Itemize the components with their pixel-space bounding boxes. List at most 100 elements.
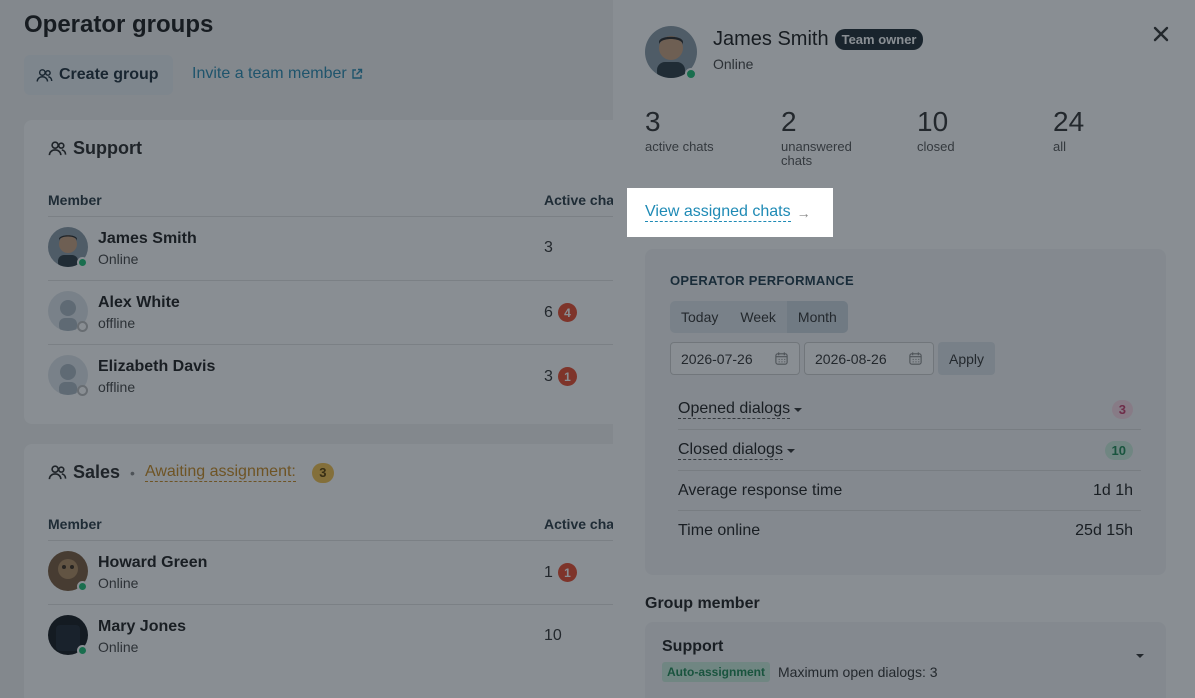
member-status: Online [98, 251, 139, 267]
group-card-sales: Sales • Awaiting assignment: 3 Member Ac… [24, 444, 644, 698]
users-icon [48, 465, 67, 480]
offline-status-icon [77, 385, 88, 396]
awaiting-assignment-link[interactable]: Awaiting assignment: [144, 463, 296, 482]
max-open-dialogs: Maximum open dialogs: 3 [778, 664, 938, 680]
date-from-value: 2026-07-26 [681, 350, 753, 367]
member-name: Mary Jones [98, 618, 187, 635]
operator-status: Online [713, 56, 754, 72]
view-assigned-chats-label: View assigned chats [645, 203, 791, 222]
date-to-value: 2026-08-26 [815, 350, 887, 367]
caret-down-icon [786, 448, 795, 453]
member-status: offline [98, 315, 136, 331]
stat-number: 2 [781, 106, 797, 137]
metric-value: 1d 1h [1092, 481, 1133, 499]
group-member-title: Group member [645, 595, 760, 612]
metric-value: 25d 15h [1075, 522, 1133, 539]
table-row[interactable]: Elizabeth Davis offline 31 [48, 345, 644, 409]
closed-dialogs-dropdown[interactable]: Closed dialogs [678, 441, 795, 460]
stat-number: 10 [917, 106, 949, 137]
online-status-icon [685, 68, 697, 80]
unanswered-badge: 4 [557, 303, 577, 322]
column-member: Member [48, 192, 102, 208]
stat-number: 24 [1053, 106, 1085, 137]
create-group-button[interactable]: Create group [24, 55, 173, 95]
date-to-input[interactable]: 2026-08-26 [804, 342, 934, 375]
stat-label: active chats [645, 139, 714, 154]
stat-unanswered-chats: 2 unanswered chats [781, 106, 871, 168]
arrow-right-icon: → [796, 204, 811, 221]
group-header: Support [48, 138, 142, 159]
member-status: Online [98, 639, 139, 655]
opened-dialogs-value: 3 [1111, 400, 1133, 419]
member-status: Online [98, 575, 139, 591]
invite-label: Invite a team member [192, 65, 347, 82]
group-name: Support [73, 138, 142, 158]
active-chats-count: 31 [544, 367, 577, 386]
unanswered-badge: 1 [557, 367, 577, 386]
online-status-icon [77, 581, 88, 592]
awaiting-count-badge: 3 [311, 462, 334, 483]
active-chats-count: 11 [544, 563, 577, 582]
metric-time-online: Time online 25d 15h [678, 511, 1141, 551]
group-member-card[interactable]: Support Auto-assignment Maximum open dia… [645, 622, 1166, 698]
performance-title: OPERATOR PERFORMANCE [670, 273, 854, 288]
stat-closed: 10 closed [917, 106, 1037, 154]
online-status-icon [77, 645, 88, 656]
period-month-button[interactable]: Month [786, 301, 848, 333]
active-chats-count: 64 [544, 303, 577, 322]
users-icon [48, 141, 67, 156]
metric-label: Time online [678, 522, 761, 539]
table-row[interactable]: Howard Green Online 11 [48, 541, 644, 605]
metric-opened-dialogs: Opened dialogs 3 [678, 390, 1141, 430]
column-member: Member [48, 516, 102, 532]
stat-label: closed [917, 139, 955, 154]
caret-down-icon [794, 407, 803, 412]
separator-dot: • [130, 464, 135, 481]
table-row[interactable]: Mary Jones Online 10 [48, 605, 644, 669]
date-from-input[interactable]: 2026-07-26 [670, 342, 800, 375]
stat-active-chats: 3 active chats [645, 106, 765, 154]
group-card-support: Support Member Active chats James Smith … [24, 120, 644, 424]
operator-performance-card: OPERATOR PERFORMANCE Today Week Month 20… [645, 249, 1166, 575]
table-row[interactable]: Alex White offline 64 [48, 281, 644, 345]
create-group-label: Create group [59, 66, 159, 83]
operator-details-drawer: James Smith Team owner Online 3 active c… [613, 0, 1195, 698]
stat-label: unanswered chats [781, 139, 852, 168]
member-name: Howard Green [98, 554, 208, 571]
auto-assignment-badge: Auto-assignment [662, 662, 771, 682]
invite-team-member-link[interactable]: Invite a team member [192, 65, 363, 83]
offline-status-icon [77, 321, 88, 332]
operator-name: James Smith Team owner [713, 28, 924, 51]
metric-closed-dialogs: Closed dialogs 10 [678, 431, 1141, 471]
page-title: Operator groups [24, 11, 214, 38]
period-selector: Today Week Month [670, 301, 848, 333]
users-icon [36, 68, 53, 82]
calendar-icon [775, 352, 788, 365]
close-icon[interactable] [1151, 24, 1171, 44]
view-assigned-chats-link[interactable]: View assigned chats → [627, 188, 833, 237]
chevron-down-icon[interactable] [1136, 654, 1144, 658]
member-name: Elizabeth Davis [98, 358, 216, 375]
member-status: offline [98, 379, 136, 395]
opened-dialogs-dropdown[interactable]: Opened dialogs [678, 400, 803, 419]
active-chats-count: 3 [544, 239, 553, 256]
group-header: Sales • Awaiting assignment: 3 [48, 462, 334, 483]
group-name: Sales [73, 462, 121, 482]
online-status-icon [77, 257, 88, 268]
closed-dialogs-value: 10 [1104, 441, 1133, 460]
period-today-button[interactable]: Today [670, 301, 729, 333]
role-badge: Team owner [834, 29, 924, 50]
metric-average-response-time: Average response time 1d 1h [678, 471, 1141, 511]
external-link-icon [352, 68, 362, 79]
table-row[interactable]: James Smith Online 3 [48, 217, 644, 281]
group-member-name: Support [662, 638, 724, 655]
apply-button[interactable]: Apply [938, 342, 996, 375]
member-name: Alex White [98, 294, 180, 311]
unanswered-badge: 1 [557, 563, 577, 582]
period-week-button[interactable]: Week [729, 301, 787, 333]
metric-label: Average response time [678, 481, 843, 499]
stat-label: all [1053, 139, 1067, 154]
stat-number: 3 [645, 106, 661, 137]
calendar-icon [909, 352, 922, 365]
stat-all: 24 all [1053, 106, 1173, 154]
